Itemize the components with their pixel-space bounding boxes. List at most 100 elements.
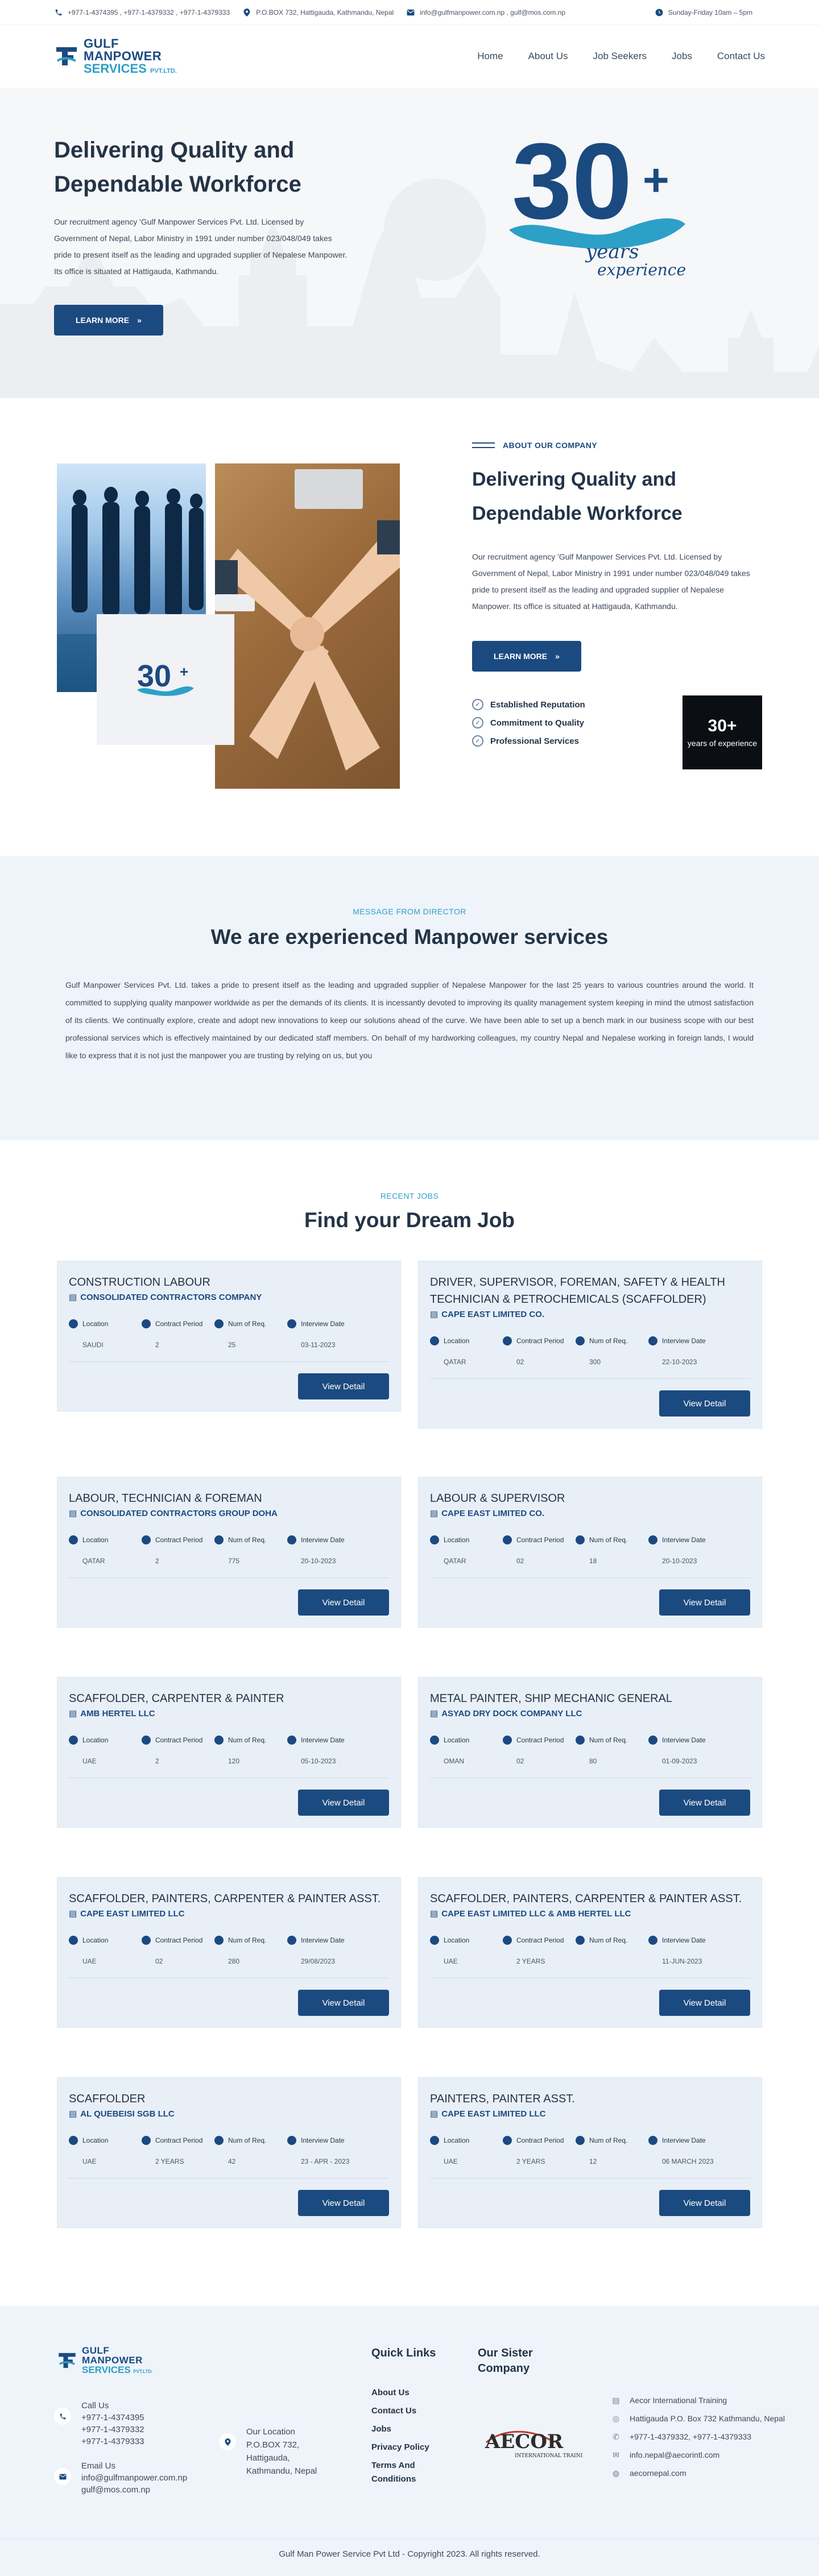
view-detail-button[interactable]: View Detail [659,1390,750,1417]
location-pin-icon [69,1936,78,1945]
job-company: ▤ AMB HERTEL LLC [69,1708,389,1719]
aecor-info-text[interactable]: info.nepal@aecorintl.com [630,2450,719,2459]
job-company: ▤ CONSOLIDATED CONTRACTORS GROUP DOHA [69,1508,389,1519]
job-meta-label: Location [444,1337,470,1345]
job-title[interactable]: LABOUR, TECHNICIAN & FOREMAN [69,1490,389,1507]
job-meta: Location QATAR Contract Period 02 Num of Req… [430,1336,750,1366]
job-contract-value: 2 YEARS [516,1957,545,1965]
nav-home[interactable]: Home [477,51,503,62]
footer-link-privacy-policy[interactable]: Privacy Policy [371,2438,436,2457]
view-detail-button[interactable]: View Detail [298,1990,389,2016]
calendar-icon [287,1736,296,1745]
calendar-icon [287,2136,296,2145]
hero-learn-more-button[interactable]: LEARN MORE » [54,305,163,336]
job-title[interactable]: DRIVER, SUPERVISOR, FOREMAN, SAFETY & HE… [430,1274,750,1308]
aecor-info-text[interactable]: +977-1-4379332, +977-1-4379333 [630,2432,751,2441]
users-icon [214,1535,224,1544]
site-logo[interactable]: GULF MANPOWER SERVICES PVT.LTD. [54,38,177,75]
feature-item: ✓ Professional Services [472,732,682,750]
job-contract: Contract Period 2 YEARS [503,2136,576,2165]
footer-call-label: Call Us [81,2401,109,2411]
clock-icon [142,1736,151,1745]
footer-link-jobs[interactable]: Jobs [371,2420,436,2438]
job-company: ▤ CAPE EAST LIMITED CO. [430,1309,750,1320]
director-message-section: MESSAGE FROM DIRECTOR We are experienced… [0,856,819,1140]
footer-phone[interactable]: +977-1-4374395 [81,2412,144,2424]
job-location-value: QATAR [82,1557,105,1565]
phone-icon [54,2408,71,2425]
footer-phone[interactable]: +977-1-4379333 [81,2436,144,2447]
view-detail-button[interactable]: View Detail [659,1990,750,2016]
double-chevron-right-icon: » [555,652,560,661]
calendar-icon [648,1336,657,1345]
about-thirty-years-mini-icon: 30 + [137,659,194,696]
view-detail-button[interactable]: View Detail [298,1589,389,1616]
job-title[interactable]: SCAFFOLDER, PAINTERS, CARPENTER & PAINTE… [430,1890,750,1907]
nav-jobs[interactable]: Jobs [672,51,692,62]
aecor-info-text[interactable]: aecornepal.com [630,2469,686,2478]
job-card: DRIVER, SUPERVISOR, FOREMAN, SAFETY & HE… [418,1261,762,1428]
job-num-value: 280 [228,1957,240,1965]
job-title[interactable]: METAL PAINTER, SHIP MECHANIC GENERAL [430,1690,750,1707]
divider [69,1577,389,1578]
job-meta-label: Contract Period [516,2136,564,2144]
clock-icon [503,1535,512,1544]
job-interview: Interview Date 20-10-2023 [648,1535,721,1565]
job-contract: Contract Period 02 [503,1535,576,1565]
nav-about-us[interactable]: About Us [528,51,568,62]
footer-email-address[interactable]: info@gulfmanpower.com.np [81,2472,187,2484]
footer-email-address[interactable]: gulf@mos.com.np [81,2484,187,2496]
job-meta-label: Location [82,1320,109,1328]
check-circle-icon: ✓ [472,699,483,710]
job-title[interactable]: PAINTERS, PAINTER ASST. [430,2090,750,2107]
nav-contact-us[interactable]: Contact Us [717,51,765,62]
aecor-logo[interactable]: AECOR INTERNATIONAL TRAINING [481,2420,583,2462]
job-meta-label: Location [444,2136,470,2144]
sister-company-title: Our Sister Company [478,2347,533,2375]
job-num-value: 300 [589,1358,601,1366]
clock-icon [142,1535,151,1544]
view-detail-button[interactable]: View Detail [298,1373,389,1399]
job-title[interactable]: SCAFFOLDER, CARPENTER & PAINTER [69,1690,389,1707]
about-learn-more-button[interactable]: LEARN MORE » [472,641,581,672]
job-location: Location UAE [430,2136,503,2165]
view-detail-button[interactable]: View Detail [659,1589,750,1616]
footer-logo-line3: SERVICES PVT.LTD. [82,2365,152,2375]
job-meta-label: Location [444,1936,470,1944]
badge-experience: experience [597,260,686,279]
view-detail-button[interactable]: View Detail [659,2190,750,2216]
nav-menu: Home About Us Job Seekers Jobs Contact U… [477,51,765,62]
job-card: PAINTERS, PAINTER ASST. ▤ CAPE EAST LIMITE… [418,2077,762,2228]
job-company-name: ASYAD DRY DOCK COMPANY LLC [441,1708,582,1718]
location-pin-icon [69,1736,78,1745]
badge-years: years [585,241,639,263]
footer-logo[interactable]: GULF MANPOWER SERVICES PVT.LTD. [57,2346,152,2375]
job-location-value: SAUDI [82,1341,104,1349]
aecor-info-text: Hattigauda P.O. Box 732 Kathmandu, Nepal [630,2414,785,2423]
footer-link-about-us[interactable]: About Us [371,2384,436,2402]
nav-job-seekers[interactable]: Job Seekers [593,51,647,62]
footer-link-contact-us[interactable]: Contact Us [371,2402,436,2420]
job-card: CONSTRUCTION LABOUR ▤ CONSOLIDATED CONTRAC… [57,1261,401,1411]
clock-icon [503,1936,512,1945]
view-detail-button[interactable]: View Detail [298,2190,389,2216]
topbar-email-text[interactable]: info@gulfmanpower.com.np , gulf@mos.com.… [420,9,565,16]
phone-icon [54,8,63,17]
copyright: Gulf Man Power Service Pvt Ltd - Copyrig… [0,2538,819,2559]
job-title[interactable]: LABOUR & SUPERVISOR [430,1490,750,1507]
job-title[interactable]: SCAFFOLDER, PAINTERS, CARPENTER & PAINTE… [69,1890,389,1907]
phone-icon: ✆ [613,2432,619,2441]
about-content: ABOUT OUR COMPANY Delivering Quality and… [472,441,762,769]
job-title[interactable]: SCAFFOLDER [69,2090,389,2107]
topbar-phone-text[interactable]: +977-1-4374395 , +977-1-4379332 , +977-1… [68,9,230,16]
view-detail-button[interactable]: View Detail [298,1790,389,1816]
footer-email: Email Us info@gulfmanpower.com.np gulf@m… [54,2460,373,2496]
about-section: 30 + ABOUT OUR COMPANY Delivering Qualit… [0,398,819,856]
footer-phone[interactable]: +977-1-4379332 [81,2424,144,2436]
job-num-value: 80 [589,1757,597,1765]
job-title[interactable]: CONSTRUCTION LABOUR [69,1274,389,1291]
location-pin-icon [430,1736,439,1745]
view-detail-button[interactable]: View Detail [659,1790,750,1816]
footer-link-terms[interactable]: Terms And Conditions [371,2459,434,2486]
location-pin-icon [430,1936,439,1945]
